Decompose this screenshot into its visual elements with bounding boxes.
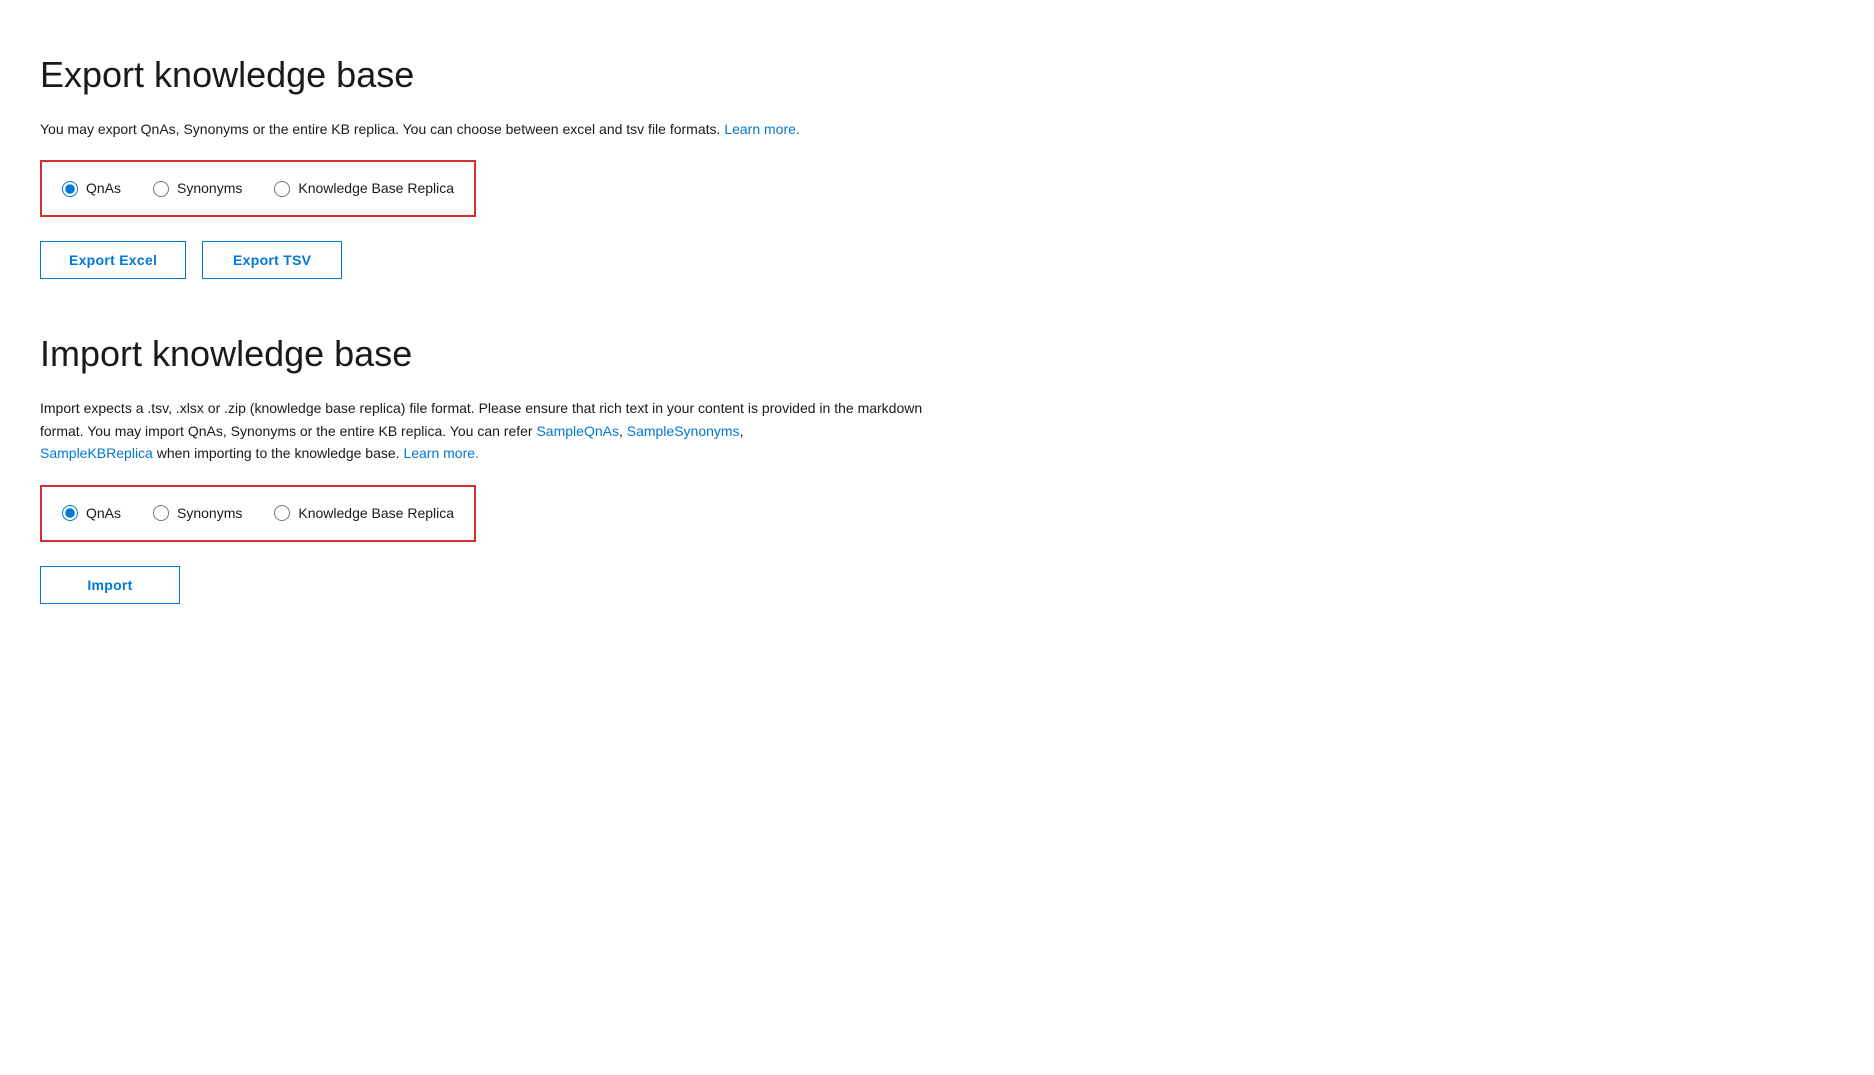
- sample-kb-replica-link[interactable]: SampleKBReplica: [40, 445, 153, 461]
- export-tsv-button[interactable]: Export TSV: [202, 241, 342, 279]
- import-radio-synonyms-input[interactable]: [153, 505, 169, 521]
- export-radio-qnas[interactable]: QnAs: [62, 178, 121, 199]
- import-section: Import knowledge base Import expects a .…: [40, 327, 1834, 603]
- import-radio-qnas[interactable]: QnAs: [62, 503, 121, 524]
- export-title: Export knowledge base: [40, 48, 1834, 102]
- export-section: Export knowledge base You may export QnA…: [40, 48, 1834, 279]
- export-radio-kb-replica[interactable]: Knowledge Base Replica: [274, 178, 454, 199]
- export-radio-qnas-input[interactable]: [62, 181, 78, 197]
- import-button[interactable]: Import: [40, 566, 180, 604]
- import-radio-kb-replica-input[interactable]: [274, 505, 290, 521]
- export-radio-kb-replica-label: Knowledge Base Replica: [298, 178, 454, 199]
- sample-synonyms-link[interactable]: SampleSynonyms: [627, 423, 740, 439]
- export-button-group: Export Excel Export TSV: [40, 241, 1834, 279]
- import-title: Import knowledge base: [40, 327, 1834, 381]
- export-radio-group: QnAs Synonyms Knowledge Base Replica: [40, 160, 476, 217]
- export-description: You may export QnAs, Synonyms or the ent…: [40, 118, 940, 140]
- import-radio-group: QnAs Synonyms Knowledge Base Replica: [40, 485, 476, 542]
- import-button-group: Import: [40, 566, 1834, 604]
- export-radio-synonyms-input[interactable]: [153, 181, 169, 197]
- import-radio-synonyms[interactable]: Synonyms: [153, 503, 242, 524]
- export-radio-synonyms-label: Synonyms: [177, 178, 242, 199]
- import-radio-synonyms-label: Synonyms: [177, 503, 242, 524]
- import-radio-kb-replica[interactable]: Knowledge Base Replica: [274, 503, 454, 524]
- import-radio-kb-replica-label: Knowledge Base Replica: [298, 503, 454, 524]
- export-learn-more-link[interactable]: Learn more.: [724, 121, 799, 137]
- import-learn-more-link[interactable]: Learn more.: [403, 445, 478, 461]
- export-description-text: You may export QnAs, Synonyms or the ent…: [40, 121, 720, 137]
- export-radio-kb-replica-input[interactable]: [274, 181, 290, 197]
- import-radio-qnas-label: QnAs: [86, 503, 121, 524]
- import-description: Import expects a .tsv, .xlsx or .zip (kn…: [40, 397, 940, 464]
- export-radio-qnas-label: QnAs: [86, 178, 121, 199]
- export-radio-synonyms[interactable]: Synonyms: [153, 178, 242, 199]
- sample-qnas-link[interactable]: SampleQnAs: [536, 423, 618, 439]
- import-radio-qnas-input[interactable]: [62, 505, 78, 521]
- export-excel-button[interactable]: Export Excel: [40, 241, 186, 279]
